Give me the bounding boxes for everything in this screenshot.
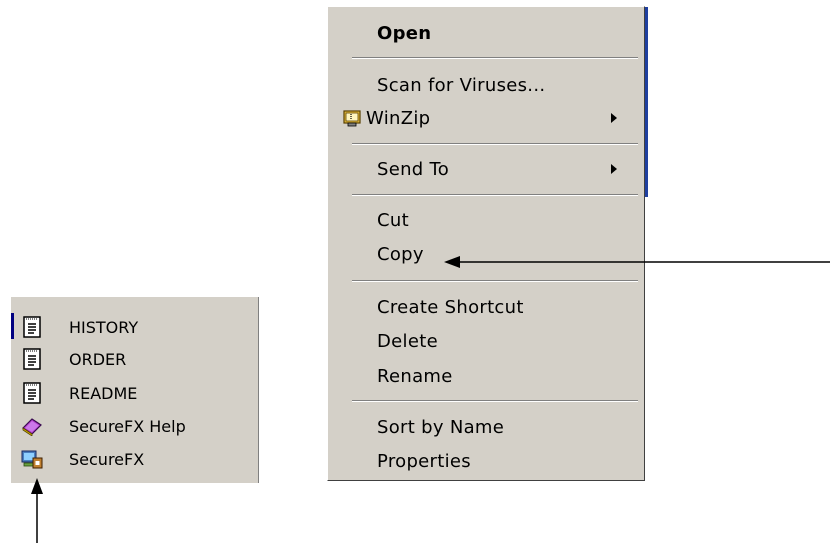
annotation-layer bbox=[31, 256, 830, 543]
securefx-pointer-arrow-icon bbox=[31, 478, 43, 543]
copy-pointer-arrow-icon bbox=[444, 256, 830, 268]
